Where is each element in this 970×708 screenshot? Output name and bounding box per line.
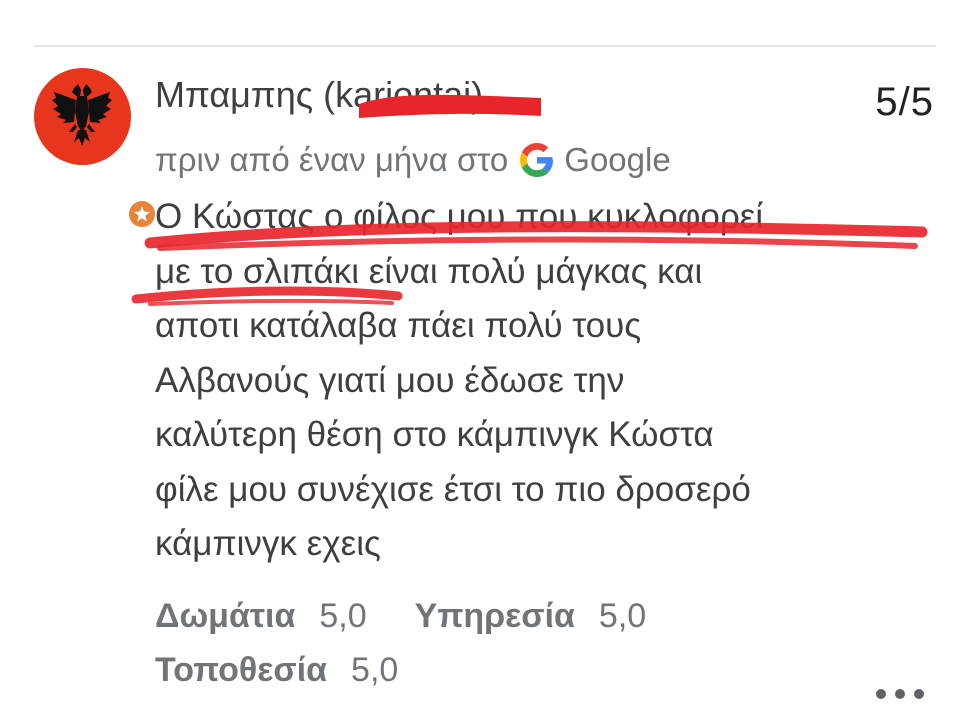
review-line: Ο Κώστας ο φίλος μου που κυκλοφορεί [155,197,764,236]
review-score: 5/5 [875,80,934,124]
aspect-label: Τοποθεσία [155,651,328,689]
review-line: φίλε μου συνέχισε έτσι το πιο δροσερό [155,469,751,509]
local-guide-badge [126,198,158,230]
aspect-value: 5,0 [319,597,367,635]
reviewer-avatar[interactable] [34,68,158,230]
review-line: καλύτερη θέση στο κάμπινγκ Κώστα [155,415,714,454]
aspect-label: Υπηρεσία [414,597,575,635]
review-meta: πριν από έναν μήνα στο Google [155,141,671,179]
aspect-ratings: Δωμάτια 5,0 Υπηρεσία 5,0 Τοποθεσία 5,0 [155,597,694,705]
review-line: Αλβανούς γιατί μου έδωσε την [155,360,625,400]
review-line: κάμπινγκ εχεις [155,524,381,563]
review-line: αποτι κατάλαβα πάει πολύ τους [155,306,642,345]
name-redaction-mark [359,94,541,118]
source-name[interactable]: Google [564,141,670,179]
aspect-rating-row: Τοποθεσία 5,0 [155,651,694,705]
star-icon [134,206,150,222]
eagle-icon [52,84,112,146]
aspect-rating-row: Δωμάτια 5,0 Υπηρεσία 5,0 [155,597,694,651]
review-body: Ο Κώστας ο φίλος μου που κυκλοφορεί με τ… [155,190,935,572]
time-ago-text: πριν από έναν μήνα στο [155,141,509,178]
top-divider [34,45,936,47]
more-dots-icon [895,689,905,699]
aspect-value: 5,0 [351,651,399,689]
aspect-label: Δωμάτια [155,597,296,635]
aspect-value: 5,0 [598,597,647,635]
google-g-icon [520,143,554,177]
more-options-button[interactable] [876,682,924,706]
more-dots-icon [914,689,924,699]
reviewer-name-text: Μπαμπης ( [155,74,336,115]
more-dots-icon [876,689,886,699]
review-line: με το σλιπάκι είναι πολύ μάγκας και [155,251,703,291]
